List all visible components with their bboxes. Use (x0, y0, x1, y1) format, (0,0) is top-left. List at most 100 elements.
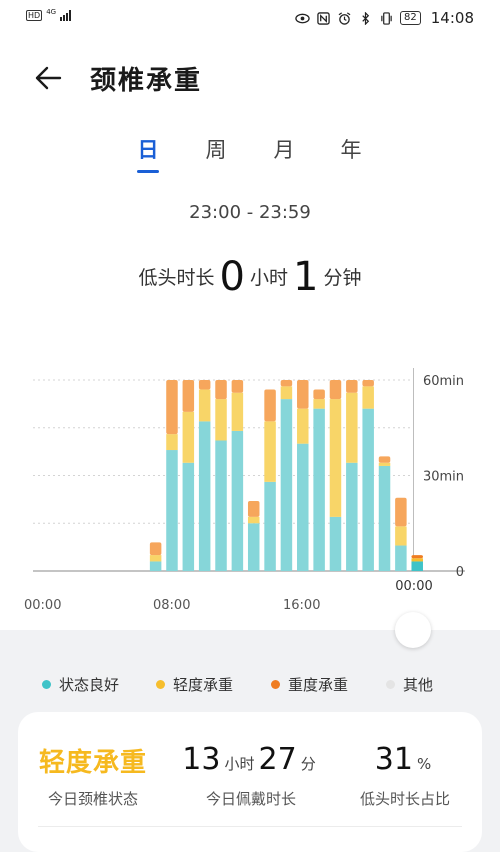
network-type: 4G (46, 7, 57, 16)
bar-18-good (329, 516, 342, 571)
summary-minutes-unit: 分钟 (323, 267, 362, 289)
card-divider (38, 826, 462, 827)
x-tick-2: 16:00 (283, 598, 321, 613)
summary-hours: 0 (219, 254, 245, 300)
clock: 14:08 (430, 9, 474, 27)
hd-badge: HD (26, 10, 43, 21)
summary-minutes: 1 (293, 254, 319, 300)
legend-item-other: 其他 (386, 674, 433, 695)
bar-8-light (166, 434, 178, 451)
battery-icon: 82 (400, 11, 421, 25)
legend-dot-other (386, 680, 395, 689)
bar-15-light (280, 386, 293, 400)
bar-16-light (297, 408, 309, 444)
bar-23-heavy (411, 555, 423, 559)
summary-prefix: 低头时长 (138, 267, 215, 289)
active-tab-indicator (137, 170, 159, 173)
bar-15-heavy (280, 380, 293, 387)
head-down-summary: 低头时长 0 小时 1 分钟 (0, 254, 500, 300)
ratio-value: 31 (374, 742, 413, 777)
alarm-icon (338, 11, 351, 25)
bar-16-heavy (297, 380, 309, 409)
legend-item-light: 轻度承重 (156, 674, 233, 695)
stat-state: 轻度承重 今日颈椎状态 (18, 712, 168, 809)
bar-11-light (215, 399, 227, 441)
wear-hours-unit: 小时 (224, 755, 255, 773)
status-bar: HD 4G 82 14:08 (0, 0, 500, 36)
legend-item-good: 状态良好 (42, 674, 119, 695)
wear-hours: 13 (182, 742, 221, 777)
bar-7-heavy (149, 542, 162, 556)
legend-dot-good (42, 680, 51, 689)
posture-chart[interactable]: 60min 30min 0 00:00 00:00 08:00 16:00 (0, 360, 500, 620)
neck-state-value: 轻度承重 (38, 748, 147, 778)
y-tick-1: 30min (423, 470, 464, 485)
bar-15-good (280, 399, 293, 571)
bar-12-heavy (231, 380, 244, 393)
bar-17-good (313, 408, 325, 571)
bar-7-good (149, 561, 162, 571)
legend-label-heavy: 重度承重 (288, 676, 349, 694)
summary-hours-unit: 小时 (249, 267, 288, 289)
x-tick-0: 00:00 (24, 598, 62, 613)
stacked-bar-chart[interactable]: 60min 30min 0 00:00 (0, 360, 500, 590)
bar-17-light (313, 399, 325, 409)
bar-18-heavy (329, 380, 342, 400)
bar-20-light (362, 386, 374, 409)
chart-legend: 状态良好 轻度承重 重度承重 其他 (0, 674, 500, 698)
bar-19-good (346, 462, 358, 571)
tab-week[interactable]: 周 (196, 134, 236, 164)
bar-11-heavy (215, 380, 227, 400)
legend-label-other: 其他 (403, 676, 434, 694)
tab-day[interactable]: 日 (128, 134, 168, 164)
tab-month[interactable]: 月 (264, 134, 304, 164)
back-arrow-icon[interactable] (32, 62, 64, 94)
neck-state-label: 今日颈椎状态 (47, 790, 138, 808)
bar-9-light (182, 411, 195, 463)
bar-20-heavy (362, 380, 374, 387)
bar-11-good (215, 440, 227, 571)
bar-14-light (264, 421, 276, 482)
bar-9-heavy (182, 380, 195, 412)
wear-time-label: 今日佩戴时长 (205, 790, 296, 808)
legend-dot-light (156, 680, 165, 689)
bar-21-heavy (378, 456, 391, 463)
bar-22-light (395, 526, 407, 546)
y-tick-2: 0 (456, 565, 464, 580)
bar-9-good (182, 462, 195, 571)
legend-item-heavy: 重度承重 (271, 674, 348, 695)
bar-16-good (297, 443, 309, 571)
signal-icon (60, 10, 72, 21)
bar-21-good (378, 465, 391, 571)
bar-13-good (247, 523, 260, 571)
selected-time-label: 00:00 (395, 579, 432, 590)
ratio-unit: % (416, 755, 432, 773)
bar-19-heavy (346, 380, 358, 393)
wear-minutes-unit: 分 (300, 755, 316, 773)
bar-20-good (362, 408, 374, 571)
eye-icon (295, 13, 310, 23)
main-panel: HD 4G 82 14:08 颈椎承重 日 周 月 年 23:00 - 23:5… (0, 0, 500, 630)
bar-8-good (166, 450, 178, 571)
bar-23-good (411, 561, 423, 571)
bar-22-good (395, 545, 407, 571)
bar-19-light (346, 392, 358, 463)
x-tick-1: 08:00 (153, 598, 191, 613)
bar-10-heavy (198, 380, 211, 390)
time-scrubber-handle[interactable] (395, 612, 431, 648)
stat-wear-time: 13 小时 27 分 今日佩戴时长 (176, 712, 326, 809)
bar-8-heavy (166, 380, 178, 435)
bar-18-light (329, 399, 342, 517)
legend-label-light: 轻度承重 (173, 676, 234, 694)
bar-7-light (149, 555, 162, 562)
tab-year[interactable]: 年 (331, 134, 371, 164)
bar-10-light (198, 389, 211, 422)
stat-ratio: 31% 低头时长占比 (330, 712, 480, 809)
bar-14-good (264, 481, 276, 571)
bar-13-heavy (247, 500, 260, 517)
bar-12-light (231, 392, 244, 431)
wear-minutes: 27 (258, 742, 297, 777)
legend-dot-heavy (271, 680, 280, 689)
bluetooth-icon (362, 11, 370, 25)
bar-14-heavy (264, 389, 276, 422)
